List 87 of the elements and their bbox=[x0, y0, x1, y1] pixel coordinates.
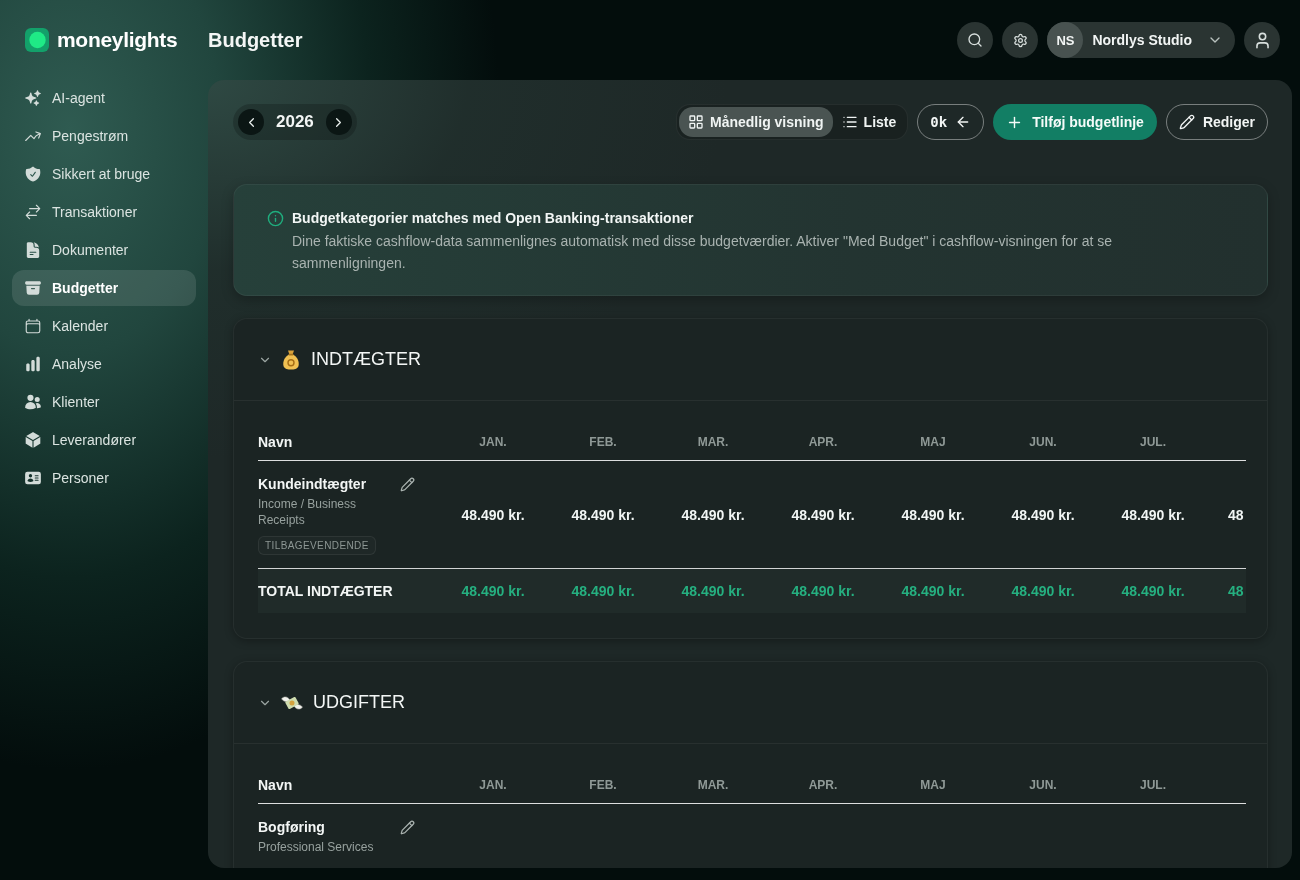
view-option[interactable]: Liste bbox=[832, 107, 906, 137]
total-cell: 48.490 kr. bbox=[681, 583, 745, 599]
table-cell: 48.490 kr. bbox=[681, 506, 745, 523]
add-budget-line-button[interactable]: Tilføj budgetlinje bbox=[993, 104, 1157, 140]
calendar-icon bbox=[24, 317, 42, 335]
table-cell: 48.490 kr. bbox=[901, 506, 965, 523]
sidebar-item[interactable]: Budgetter bbox=[12, 270, 196, 306]
settings-button[interactable] bbox=[1002, 22, 1039, 58]
sidebar-item[interactable]: Leverandører bbox=[12, 422, 196, 458]
line-category: Income / Business Receipts bbox=[258, 496, 358, 528]
pencil-icon bbox=[1178, 114, 1195, 130]
account-avatar: NS bbox=[1047, 22, 1084, 58]
list-icon bbox=[841, 114, 858, 130]
column-header: Navn bbox=[258, 434, 294, 450]
total-cell: 48.490 kr. bbox=[1121, 583, 1185, 599]
logo-text: moneylights bbox=[57, 28, 178, 52]
line-name: Bogføring bbox=[258, 818, 325, 837]
section-title: UDGIFTER bbox=[313, 692, 405, 713]
profile-button[interactable] bbox=[1244, 22, 1280, 58]
settings-icon bbox=[1012, 32, 1028, 48]
pencil-icon[interactable] bbox=[400, 820, 415, 835]
table-cell: 48.490 kr. bbox=[571, 506, 635, 523]
column-header: MAR. bbox=[696, 435, 730, 449]
sidebar-item[interactable]: Transaktioner bbox=[12, 194, 196, 230]
total-cell: 48.490 kr. bbox=[791, 583, 855, 599]
column-header: MAJ bbox=[919, 778, 947, 792]
table-cell: 48.490 kr. bbox=[791, 506, 855, 523]
line-name: Kundeindtægter bbox=[258, 475, 367, 494]
column-header: JUL. bbox=[1139, 778, 1167, 792]
column-header: MAJ bbox=[919, 435, 947, 449]
info-icon bbox=[267, 210, 284, 227]
sidebar-item[interactable]: AI-agent bbox=[12, 80, 196, 116]
users-icon bbox=[24, 393, 42, 411]
column-header: JUL. bbox=[1139, 435, 1167, 449]
sidebar-item[interactable]: Personer bbox=[12, 460, 196, 496]
column-header: FEB. bbox=[588, 778, 618, 792]
table-cell: 48.490 kr. bbox=[1121, 506, 1185, 523]
view-option[interactable]: Månedlig visning bbox=[679, 107, 833, 137]
banner-title: Budgetkategorier matches med Open Banking-transaktioner bbox=[292, 209, 695, 228]
sidebar-item[interactable]: Sikkert at bruge bbox=[12, 156, 196, 192]
account-switcher[interactable]: NS Nordlys Studio bbox=[1047, 22, 1235, 58]
total-cell-text: 48 bbox=[1227, 583, 1244, 599]
year-label: 2026 bbox=[276, 112, 314, 132]
previous-year-button[interactable] bbox=[238, 109, 264, 135]
total-cell: 48.490 kr. bbox=[461, 583, 525, 599]
total-cell: 48.490 kr. bbox=[1011, 583, 1075, 599]
search-icon bbox=[967, 32, 984, 48]
line-category: Professional Services bbox=[258, 839, 374, 855]
sidebar-item[interactable]: Klienter bbox=[12, 384, 196, 420]
total-cell: 48.490 kr. bbox=[571, 583, 635, 599]
id-card-icon bbox=[24, 469, 42, 487]
pencil-icon[interactable] bbox=[400, 477, 415, 492]
column-header: Navn bbox=[258, 777, 294, 793]
column-header: JUN. bbox=[1028, 435, 1058, 449]
column-header: JAN. bbox=[478, 435, 508, 449]
column-header: JAN. bbox=[478, 778, 508, 792]
document-icon bbox=[24, 241, 42, 259]
grid-icon bbox=[688, 114, 704, 130]
archive-box-icon bbox=[24, 279, 42, 297]
total-cell: 48.490 kr. bbox=[901, 583, 965, 599]
column-header: APR. bbox=[807, 778, 839, 792]
page-title: Budgetter bbox=[208, 28, 303, 52]
sidebar-item[interactable]: Dokumenter bbox=[12, 232, 196, 268]
arrows-left-right-icon bbox=[24, 203, 42, 221]
table-cell: 48.490 kr. bbox=[461, 506, 525, 523]
column-header: MAR. bbox=[696, 778, 730, 792]
money-bag-icon bbox=[281, 349, 301, 370]
table-cell-text: 48 bbox=[1227, 506, 1244, 523]
recurring-tag: TILBAGEVENDENDE bbox=[258, 536, 376, 555]
cube-icon bbox=[24, 431, 42, 449]
shield-check-icon bbox=[24, 165, 42, 183]
section-title: INDTÆGTER bbox=[311, 349, 421, 370]
sidebar-item[interactable]: Kalender bbox=[12, 308, 196, 344]
banner-text: Dine faktiske cashflow-data sammenlignes automatisk med disse budgetværdier. Aktiver "Med Budget" i cashflow-visningen for at se sammenligningen. bbox=[292, 232, 1113, 273]
search-button[interactable] bbox=[957, 22, 994, 58]
logo-icon bbox=[25, 28, 49, 52]
sidebar-item[interactable]: Analyse bbox=[12, 346, 196, 382]
column-header: APR. bbox=[807, 435, 839, 449]
bar-chart-icon bbox=[24, 355, 42, 373]
column-header: FEB. bbox=[588, 435, 618, 449]
table-cell: 48.490 kr. bbox=[1011, 506, 1075, 523]
sidebar-item[interactable]: Pengestrøm bbox=[12, 118, 196, 154]
column-header: JUN. bbox=[1028, 778, 1058, 792]
account-name: Nordlys Studio bbox=[1092, 32, 1192, 48]
next-year-button[interactable] bbox=[325, 109, 352, 135]
sparkles-icon bbox=[24, 89, 42, 107]
total-label: TOTAL INDTÆGTER bbox=[258, 583, 394, 599]
